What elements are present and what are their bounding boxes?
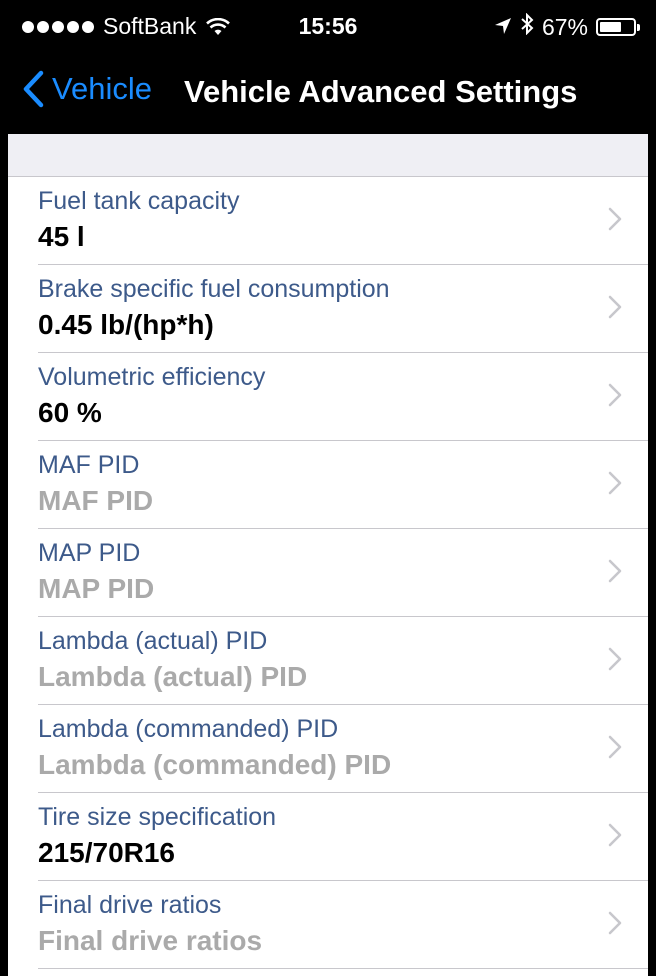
setting-value: Lambda (commanded) PID: [38, 749, 392, 780]
setting-value: 60 %: [38, 397, 102, 428]
settings-row[interactable]: Brake specific fuel consumption 0.45 lb/(…: [8, 265, 648, 353]
settings-row[interactable]: Tire size specification 215/70R16: [8, 793, 648, 881]
chevron-right-icon: [608, 735, 622, 759]
chevron-right-icon: [608, 647, 622, 671]
setting-value: 45 l: [38, 221, 85, 252]
chevron-left-icon: [23, 70, 44, 108]
back-button-label: Vehicle: [52, 71, 152, 106]
status-bar: SoftBank 15:56 67%: [8, 0, 648, 52]
status-right: 67%: [486, 12, 640, 41]
chevron-right-icon: [608, 823, 622, 847]
page-title: Vehicle Advanced Settings: [184, 74, 578, 109]
phone-screen: SoftBank 15:56 67% Vehicle Vehicle Advan…: [8, 0, 648, 976]
chevron-right-icon: [608, 471, 622, 495]
setting-title: Lambda (commanded) PID: [38, 715, 339, 743]
chevron-right-icon: [608, 295, 622, 319]
bluetooth-icon: [520, 12, 534, 41]
setting-title: Brake specific fuel consumption: [38, 275, 390, 303]
settings-row[interactable]: MAP PID MAP PID: [8, 529, 648, 617]
chevron-right-icon: [608, 559, 622, 583]
settings-row[interactable]: Fuel tank capacity 45 l: [8, 177, 648, 265]
settings-row[interactable]: Lambda (actual) PID Lambda (actual) PID: [8, 617, 648, 705]
setting-value: Final drive ratios: [38, 925, 263, 956]
chevron-right-icon: [608, 383, 622, 407]
settings-list: Fuel tank capacity 45 l Brake specific fue…: [8, 134, 648, 976]
setting-title: MAF PID: [38, 451, 140, 479]
settings-row[interactable]: MAF PID MAF PID: [8, 441, 648, 529]
settings-row[interactable]: Final drive ratios Final drive ratios: [8, 881, 648, 969]
setting-title: Tire size specification: [38, 803, 277, 831]
battery-icon: [596, 18, 640, 36]
setting-value: 0.45 lb/(hp*h): [38, 309, 214, 340]
navigation-bar: Vehicle Vehicle Advanced Settings: [8, 52, 648, 134]
setting-title: Fuel tank capacity: [38, 187, 240, 215]
settings-rows: Fuel tank capacity 45 l Brake specific fue…: [8, 177, 648, 969]
setting-title: Lambda (actual) PID: [38, 627, 268, 655]
back-button[interactable]: Vehicle: [22, 70, 152, 108]
settings-row[interactable]: Volumetric efficiency 60 %: [8, 353, 648, 441]
setting-title: Volumetric efficiency: [38, 363, 266, 391]
battery-percent: 67%: [541, 13, 588, 40]
chevron-right-icon: [608, 911, 622, 935]
section-header: [8, 134, 648, 177]
location-arrow-icon: [494, 14, 512, 41]
settings-row[interactable]: Lambda (commanded) PID Lambda (commanded)…: [8, 705, 648, 793]
setting-value: 215/70R16: [38, 837, 176, 868]
setting-value: MAP PID: [38, 573, 155, 604]
setting-title: MAP PID: [38, 539, 141, 567]
setting-title: Final drive ratios: [38, 891, 222, 919]
setting-value: MAF PID: [38, 485, 154, 516]
setting-value: Lambda (actual) PID: [38, 661, 308, 692]
chevron-right-icon: [608, 207, 622, 231]
battery-level-fill: [600, 22, 621, 32]
